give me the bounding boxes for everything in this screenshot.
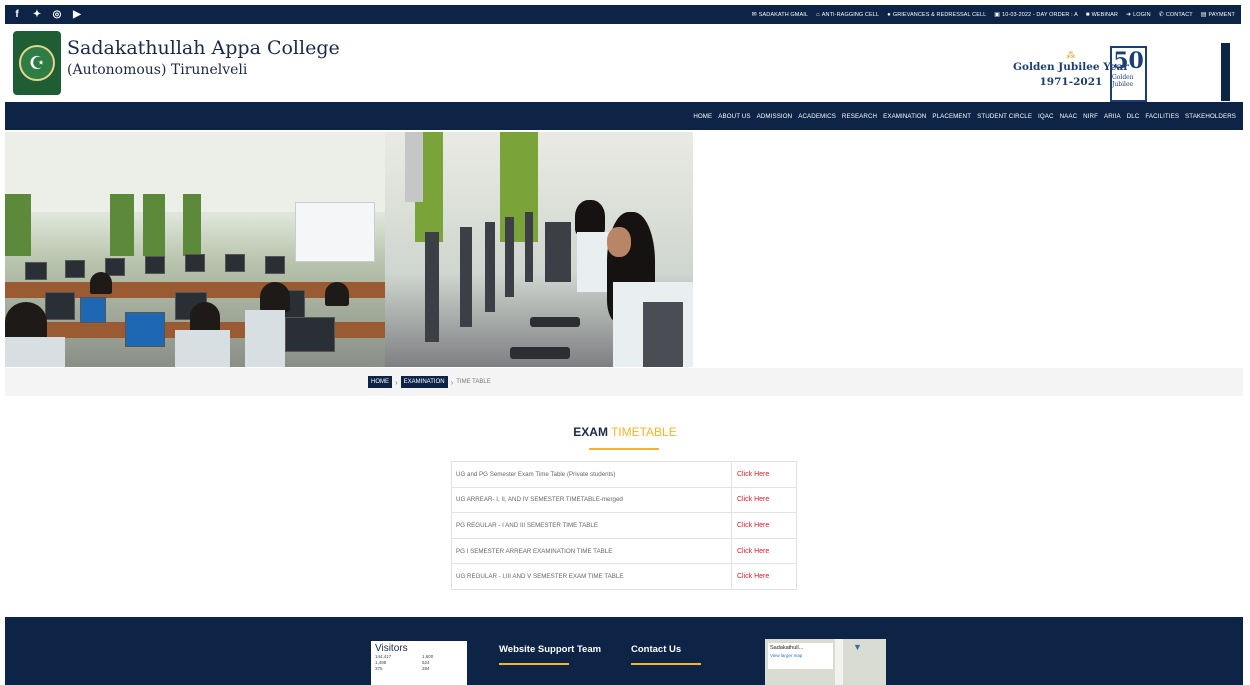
nav-dlc[interactable]: DLC [1124, 113, 1143, 120]
website-support-heading: Website Support Team [499, 644, 602, 655]
students-at-computers-photo [385, 132, 693, 367]
calendar-icon: ▣ [994, 12, 1001, 18]
timetable-name: UG ARREAR- I, II, AND IV SEMESTER TIMETA… [451, 486, 732, 514]
nav-stakeholders[interactable]: STAKEHOLDERS [1182, 113, 1239, 120]
crescent-icon: ☪ [19, 45, 55, 81]
contact-us-heading: Contact Us [631, 644, 682, 655]
top-link-login[interactable]: ➜ LOGIN [1125, 11, 1151, 19]
nav-iqac[interactable]: IQAC [1035, 113, 1057, 120]
contact-underline [631, 663, 701, 665]
map-card: Sadakathull... View larger map [768, 643, 833, 669]
breadcrumb-home[interactable]: HOME [368, 376, 392, 388]
instagram-icon[interactable]: ◎ [51, 9, 63, 20]
nav-examination[interactable]: EXAMINATION [880, 113, 929, 120]
breadcrumb-examination[interactable]: EXAMINATION [400, 376, 448, 388]
pin-icon: ● [887, 11, 891, 18]
page-title-main: EXAM [573, 425, 608, 439]
nav-naac[interactable]: NAAC [1057, 113, 1081, 120]
video-icon: ■ [1085, 11, 1090, 18]
chevron-right-icon: › [395, 377, 398, 387]
timetable-name: PG REGULAR - I AND III SEMESTER TIME TAB… [451, 512, 732, 539]
fifty-years-emblem: 50 Golden Jubilee [1110, 46, 1147, 102]
breadcrumb: HOME › EXAMINATION › TIME TABLE [368, 376, 491, 388]
banner-image [5, 132, 693, 367]
visitors-widget: Visitors 144,417 1,600 1,498 524 375 284 [371, 641, 467, 685]
title-underline [589, 448, 659, 450]
nav-student-circle[interactable]: STUDENT CIRCLE [974, 113, 1035, 120]
nav-ariia[interactable]: ARIIA [1101, 113, 1124, 120]
table-row: UG and PG Semester Exam Time Table (Priv… [451, 461, 797, 488]
college-logo[interactable]: ☪ [13, 31, 61, 95]
visitor-count: 284 [422, 666, 430, 671]
twitter-icon[interactable]: ✦ [31, 9, 43, 20]
table-row: UG ARREAR- I, II, AND IV SEMESTER TIMETA… [451, 486, 797, 514]
fifty-caption: Golden Jubilee [1112, 74, 1134, 88]
visitors-counts: 144,417 1,600 1,498 524 375 284 [375, 654, 463, 672]
top-link-payment[interactable]: ▤ PAYMENT [1200, 11, 1235, 19]
social-links: f ✦ ◎ ▶ [11, 9, 83, 20]
nav-academics[interactable]: ACADEMICS [795, 113, 839, 120]
breadcrumb-current: TIME TABLE [456, 379, 491, 385]
map-embed[interactable]: ▼ Sadakathull... View larger map [765, 639, 886, 685]
nav-nirf[interactable]: NIRF [1080, 113, 1101, 120]
timetable-name: PG I SEMESTER ARREAR EXAMINATION TIME TA… [451, 537, 732, 565]
nav-home[interactable]: HOME [690, 113, 715, 120]
nav-placement[interactable]: PLACEMENT [929, 113, 974, 120]
top-link-contact[interactable]: ✆ CONTACT [1158, 11, 1193, 19]
click-here-link[interactable]: Click Here [731, 512, 797, 539]
top-link-webinar[interactable]: ■ WEBINAR [1086, 11, 1118, 18]
main-nav: HOME ABOUT US ADMISSION ACADEMICS RESEAR… [5, 102, 1243, 130]
page-title-highlight: TIMETABLE [610, 425, 677, 439]
map-pin-icon: ▼ [853, 642, 862, 652]
click-here-link[interactable]: Click Here [731, 563, 797, 590]
login-icon: ➜ [1125, 12, 1132, 18]
college-name-line1: Sadakathullah Appa College [67, 37, 340, 59]
nav-about-us[interactable]: ABOUT US [715, 113, 753, 120]
breadcrumb-bar: HOME › EXAMINATION › TIME TABLE [5, 368, 1243, 396]
top-link-anti-ragging[interactable]: ⌂ ANTI-RAGGING CELL [816, 11, 879, 18]
page: f ✦ ◎ ▶ ✉ SADAKATH GMAIL ⌂ ANTI-RAGGING CE… [0, 0, 1250, 685]
top-link-grievances[interactable]: ● GRIEVANCES & REDRESSAL CELL [887, 11, 986, 18]
map-place-name: Sadakathull... [770, 645, 804, 651]
click-here-link[interactable]: Click Here [731, 537, 797, 565]
support-underline [499, 663, 569, 665]
site-header: ☪ Sadakathullah Appa College (Autonomous… [5, 24, 1241, 102]
visitor-count: 375 [375, 666, 383, 671]
nav-admission[interactable]: ADMISSION [754, 113, 796, 120]
top-links: ✉ SADAKATH GMAIL ⌂ ANTI-RAGGING CELL ● GRIE… [751, 11, 1235, 19]
top-bar: f ✦ ◎ ▶ ✉ SADAKATH GMAIL ⌂ ANTI-RAGGING CE… [5, 5, 1241, 24]
page-title: EXAM TIMETABLE [0, 425, 1250, 439]
chevron-right-icon: › [450, 377, 454, 387]
computer-lab-photo [5, 132, 385, 367]
timetable-name: UG and PG Semester Exam Time Table (Priv… [451, 461, 732, 488]
click-here-link[interactable]: Click Here [731, 461, 797, 488]
nav-facilities[interactable]: FACILITIES [1142, 113, 1182, 120]
phone-icon: ✆ [1158, 12, 1164, 18]
table-row: PG REGULAR - I AND III SEMESTER TIME TAB… [451, 512, 797, 539]
college-name[interactable]: Sadakathullah Appa College (Autonomous) … [67, 37, 340, 78]
college-name-line2: (Autonomous) Tirunelveli [67, 62, 248, 78]
youtube-icon[interactable]: ▶ [71, 9, 83, 20]
top-link-day-order: ▣ 10-03-2022 - DAY ORDER : A [994, 11, 1078, 19]
timetable-name: UG REGULAR - I,III AND V SEMESTER EXAM T… [451, 563, 732, 590]
building-icon: ⌂ [816, 11, 820, 18]
visitors-title: Visitors [375, 643, 408, 654]
table-row: PG I SEMESTER ARREAR EXAMINATION TIME TA… [451, 537, 797, 565]
view-larger-map-link[interactable]: View larger map [770, 653, 831, 658]
table-row: UG REGULAR - I,III AND V SEMESTER EXAM T… [451, 563, 797, 590]
top-link-gmail[interactable]: ✉ SADAKATH GMAIL [751, 11, 808, 19]
facebook-icon[interactable]: f [11, 9, 23, 20]
payment-icon: ▤ [1200, 12, 1207, 18]
click-here-link[interactable]: Click Here [731, 486, 797, 514]
mail-icon: ✉ [751, 12, 757, 18]
timetable-table: UG and PG Semester Exam Time Table (Priv… [451, 461, 797, 590]
nav-research[interactable]: RESEARCH [839, 113, 880, 120]
site-footer: Visitors 144,417 1,600 1,498 524 375 284… [5, 617, 1243, 685]
fifty-number: 50 [1113, 48, 1144, 74]
header-side-strip [1221, 43, 1230, 101]
